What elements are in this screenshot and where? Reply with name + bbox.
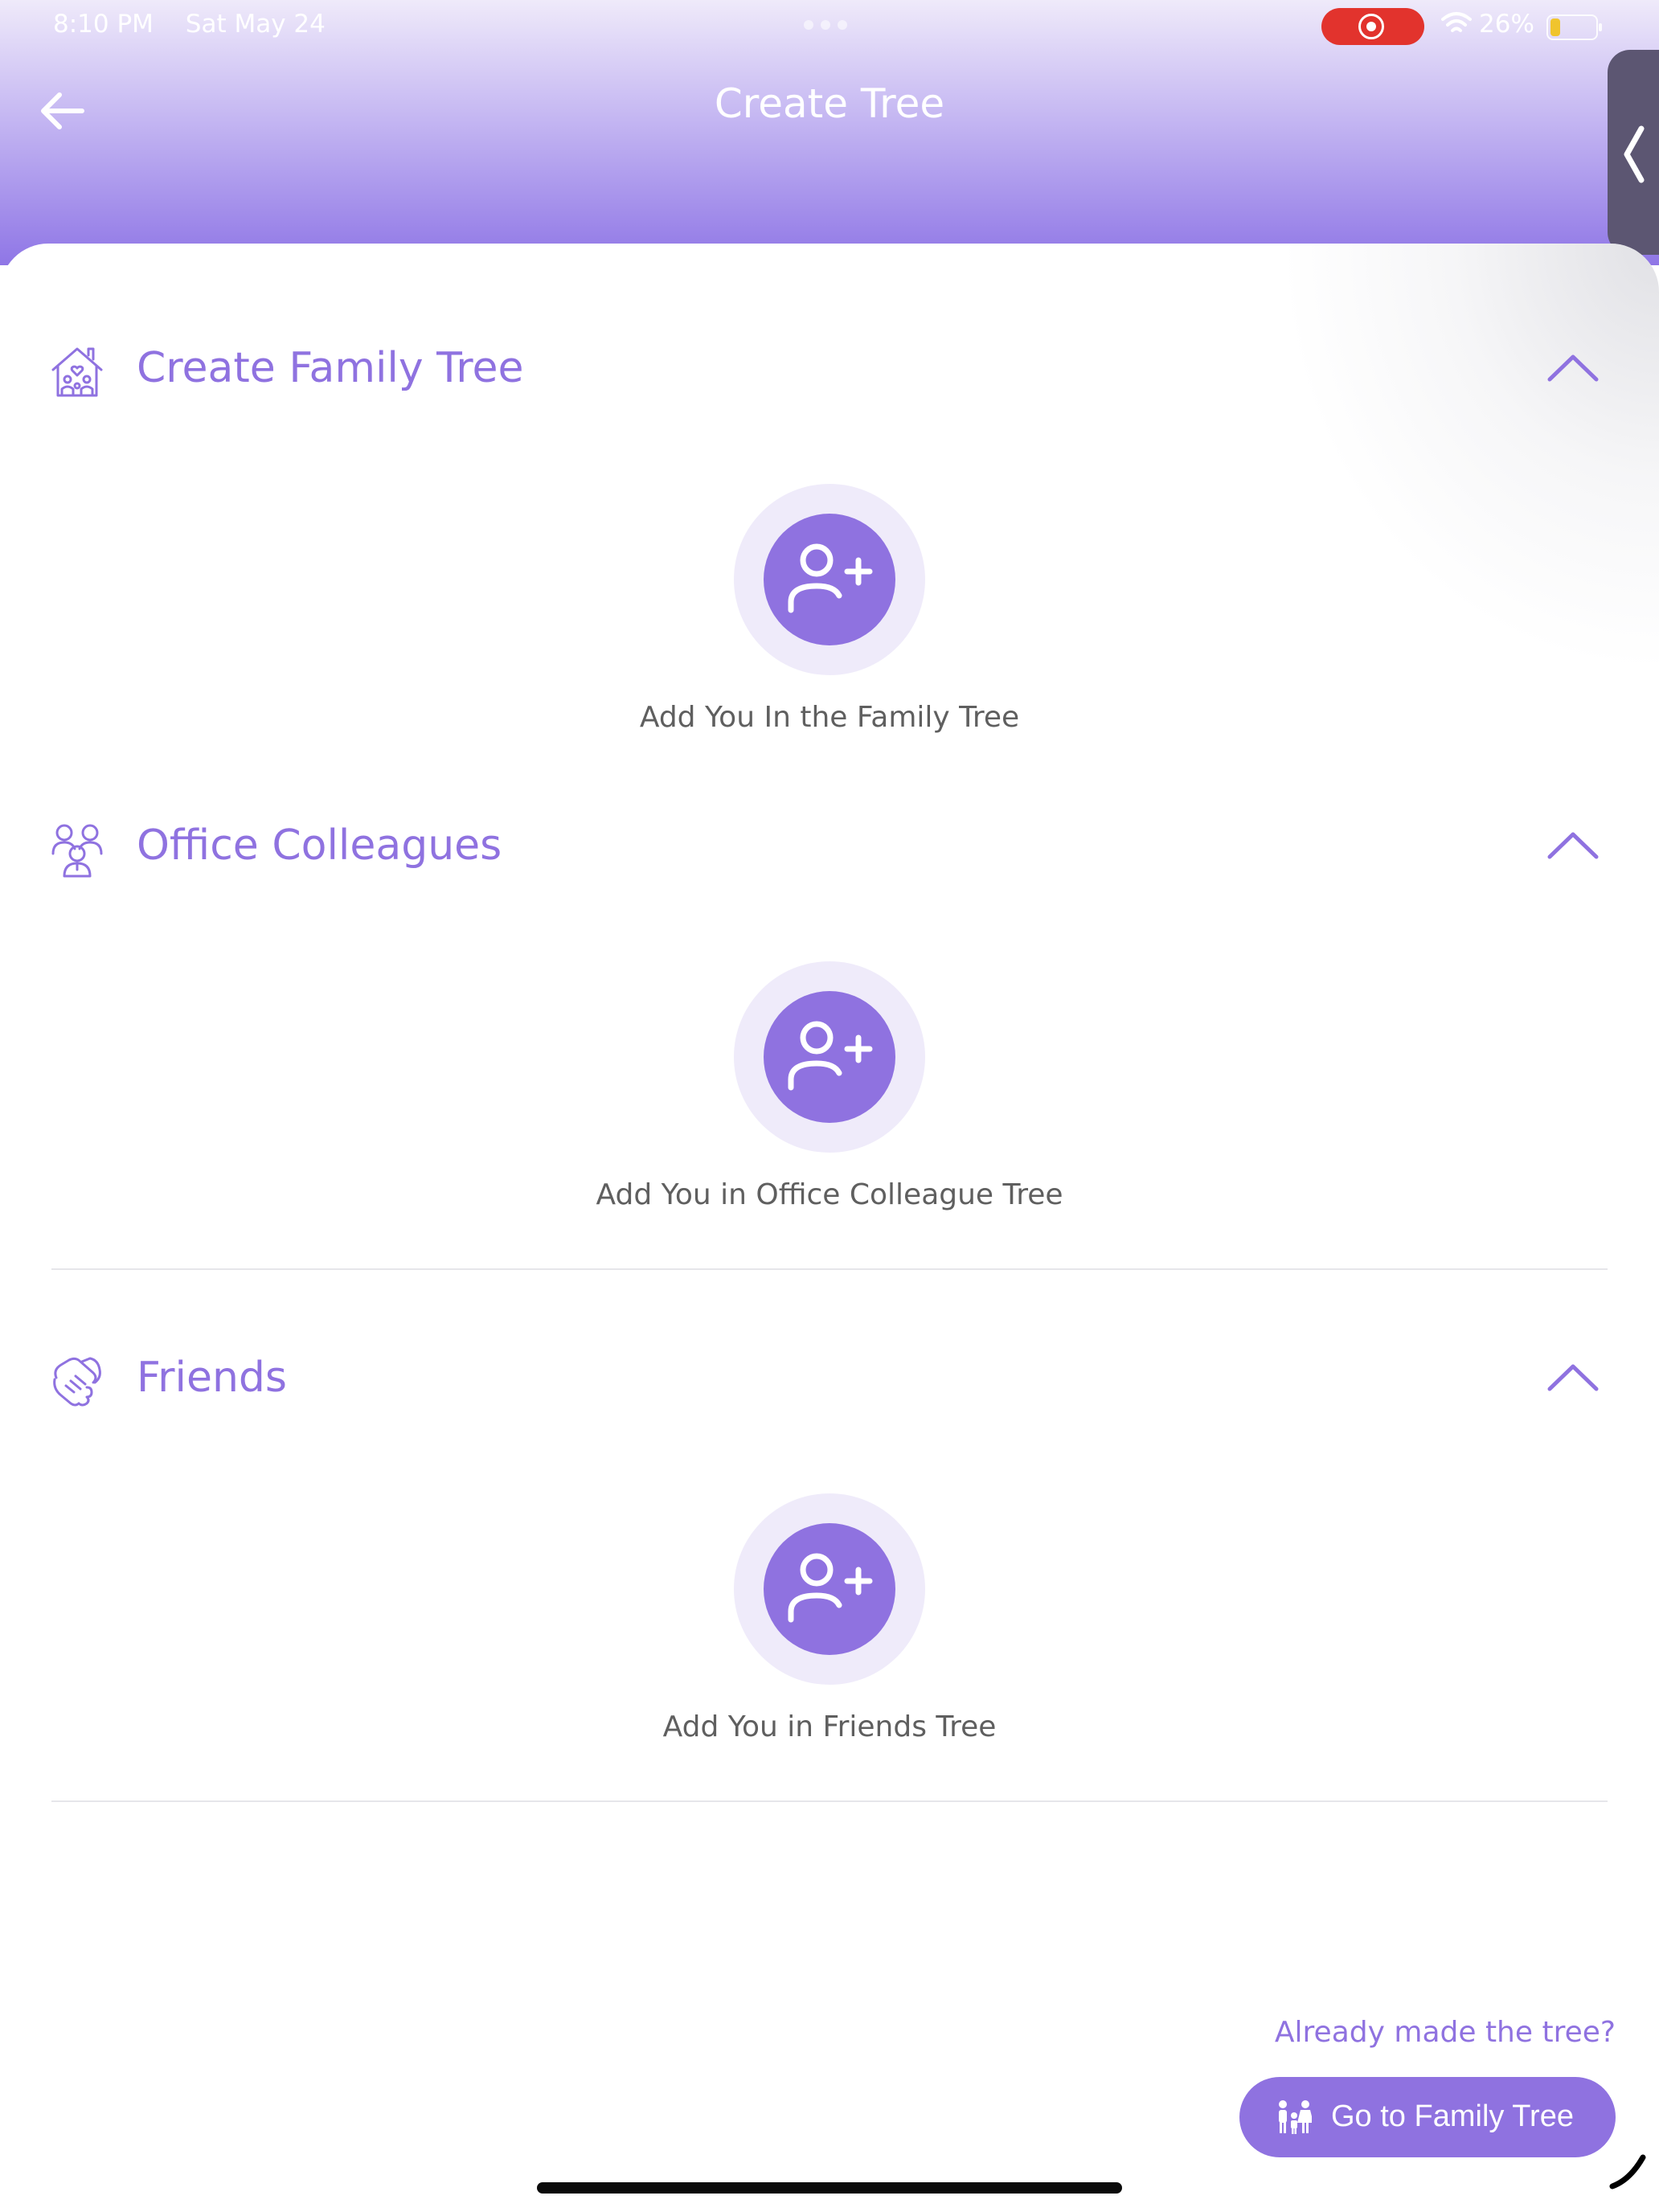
go-to-family-tree-button[interactable]: Go to Family Tree bbox=[1239, 2077, 1616, 2157]
pencil-cursor-icon bbox=[1609, 2154, 1646, 2189]
user-plus-icon bbox=[788, 1553, 873, 1623]
already-made-tree-link[interactable]: Already made the tree? bbox=[1275, 2016, 1616, 2049]
battery-percent: 26% bbox=[1479, 10, 1534, 39]
page-title: Create Tree bbox=[714, 80, 945, 127]
button-label: Go to Family Tree bbox=[1331, 2099, 1574, 2133]
add-colleague-button[interactable] bbox=[734, 961, 925, 1153]
section-title: Create Family Tree bbox=[137, 344, 524, 392]
chevron-left-icon bbox=[1624, 125, 1645, 183]
multitasking-dots[interactable] bbox=[804, 18, 854, 33]
divider bbox=[51, 1268, 1608, 1270]
add-family-member-button[interactable] bbox=[734, 484, 925, 675]
status-time: 8:10 PM bbox=[53, 10, 154, 39]
header: 8:10 PM Sat May 24 26% Create Tree bbox=[0, 0, 1659, 265]
chevron-up-icon[interactable] bbox=[1546, 1362, 1600, 1394]
add-label: Add You In the Family Tree bbox=[639, 701, 1020, 734]
add-friend-button[interactable] bbox=[734, 1493, 925, 1685]
screen-record-icon[interactable] bbox=[1321, 8, 1424, 45]
family-house-icon bbox=[51, 347, 103, 397]
home-indicator[interactable] bbox=[537, 2182, 1122, 2194]
wifi-icon bbox=[1441, 12, 1472, 32]
add-label: Add You in Friends Tree bbox=[662, 1710, 997, 1743]
status-bar-left: 8:10 PM Sat May 24 bbox=[53, 10, 350, 39]
side-panel-tab[interactable] bbox=[1608, 50, 1659, 255]
chevron-up-icon[interactable] bbox=[1546, 830, 1600, 862]
add-label: Add You in Office Colleague Tree bbox=[596, 1178, 1063, 1211]
battery-icon bbox=[1546, 14, 1602, 40]
chevron-up-icon[interactable] bbox=[1546, 352, 1600, 384]
handshake-icon bbox=[53, 1357, 101, 1407]
family-icon bbox=[1279, 2100, 1312, 2134]
section-title: Friends bbox=[137, 1354, 288, 1402]
divider bbox=[51, 1800, 1608, 1802]
section-title: Office Colleagues bbox=[137, 821, 502, 870]
colleagues-icon bbox=[51, 824, 103, 878]
user-plus-icon bbox=[788, 543, 873, 613]
user-plus-icon bbox=[788, 1021, 873, 1091]
status-date: Sat May 24 bbox=[185, 10, 326, 39]
